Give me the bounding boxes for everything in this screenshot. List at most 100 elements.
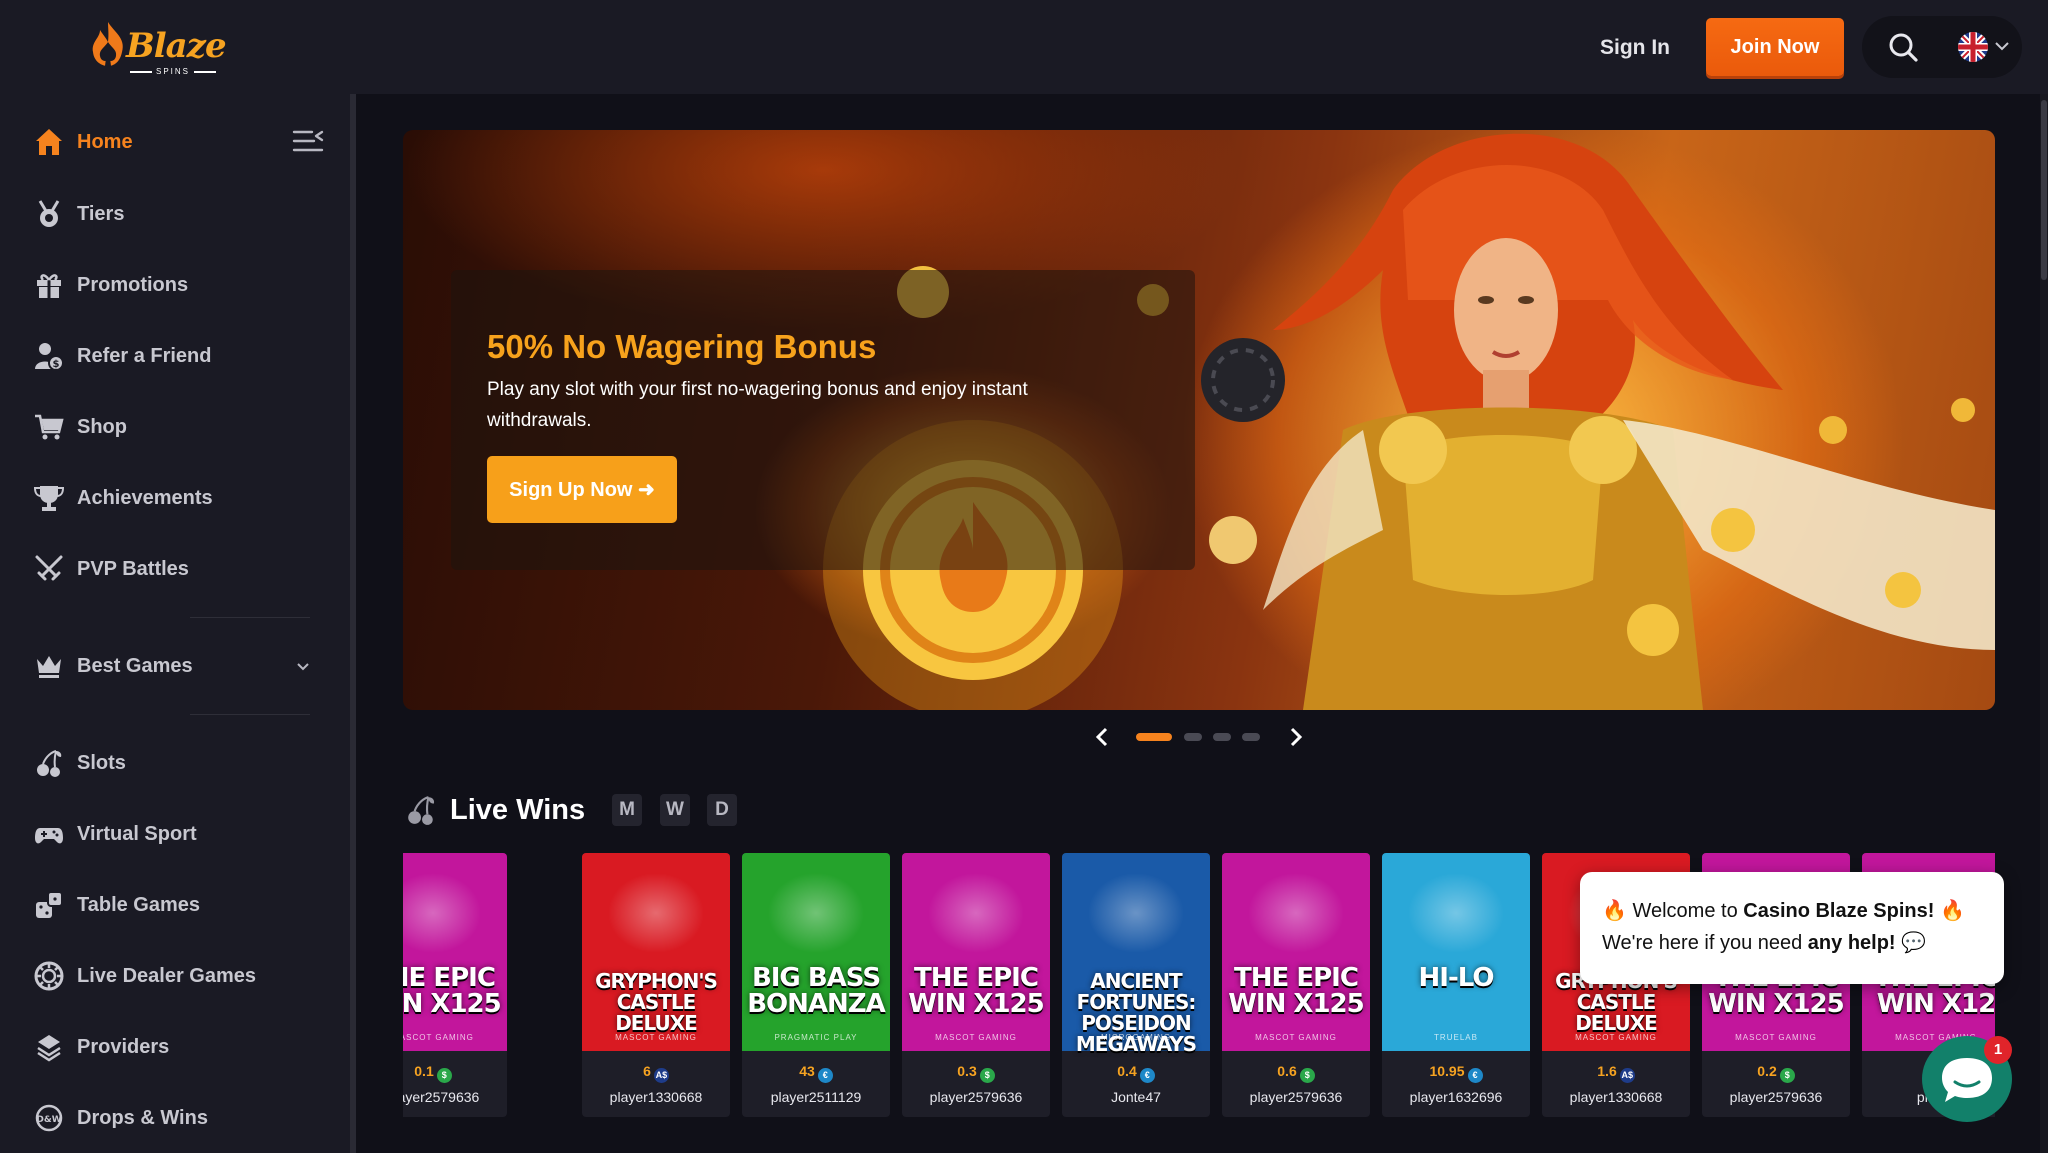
promo-description: Play any slot with your first no-wagerin… bbox=[487, 379, 1028, 431]
win-amount: 43 € bbox=[742, 1063, 890, 1083]
win-amount-value: 10.95 bbox=[1429, 1063, 1465, 1079]
win-amount-value: 6 bbox=[643, 1063, 651, 1079]
carousel-dot-2[interactable] bbox=[1184, 733, 1202, 741]
winner-username: player1632696 bbox=[1409, 1089, 1503, 1105]
live-win-card[interactable]: THE EPIC WIN X125 MASCOT GAMING 0.1$ player… bbox=[403, 853, 507, 1117]
win-amount: 0.4 € bbox=[1062, 1063, 1210, 1083]
sidebar-item-refer-a-friend[interactable]: $ Refer a Friend bbox=[34, 336, 324, 376]
winner-username: player1330668 bbox=[1569, 1089, 1663, 1105]
gamepad-icon bbox=[35, 828, 63, 844]
sidebar-item-providers[interactable]: Providers bbox=[34, 1027, 324, 1067]
currency-icon: $ bbox=[979, 1068, 995, 1083]
chip-icon bbox=[34, 961, 64, 991]
chevron-right-icon[interactable] bbox=[1288, 726, 1304, 748]
cherries-icon bbox=[37, 750, 62, 777]
game-title: THE EPIC WIN X125 bbox=[908, 963, 1044, 1019]
game-provider: MASCOT GAMING bbox=[1255, 1033, 1337, 1042]
live-win-card[interactable]: THE EPIC WIN X125 MASCOT GAMING 0.3 $ player… bbox=[902, 853, 1050, 1117]
uk-flag-icon[interactable] bbox=[1958, 32, 1988, 62]
winner-username: Jonte47 bbox=[1111, 1089, 1161, 1105]
blaze-spins-logo[interactable]: Blaze SPINS bbox=[86, 18, 227, 76]
logo-wordmark: Blaze bbox=[126, 26, 227, 66]
sign-up-now-button[interactable]: Sign Up Now ➜ bbox=[487, 456, 677, 523]
filter-month-button[interactable]: M bbox=[612, 794, 642, 826]
swords-icon bbox=[35, 555, 63, 581]
currency-icon: € bbox=[1139, 1068, 1155, 1083]
sidebar-item-best-games[interactable]: Best Games bbox=[34, 646, 324, 686]
game-thumbnail bbox=[1222, 853, 1370, 1051]
currency-icon: $ bbox=[1779, 1068, 1795, 1083]
game-provider: MASCOT GAMING bbox=[1575, 1033, 1657, 1042]
crown-icon bbox=[37, 656, 61, 678]
page-scrollbar-thumb[interactable] bbox=[2041, 100, 2047, 280]
sidebar-item-home[interactable]: Home bbox=[34, 122, 324, 162]
sidebar-item-table-games[interactable]: Table Games bbox=[34, 885, 324, 925]
winner-username: player2579636 bbox=[1249, 1089, 1343, 1105]
cherries-icon bbox=[408, 796, 435, 825]
sidebar-scrollbar[interactable] bbox=[350, 94, 356, 1153]
drops-wins-icon: D&W bbox=[35, 1104, 63, 1132]
live-win-card[interactable]: BIG BASS BONANZA PRAGMATIC PLAY 43 € player2… bbox=[742, 853, 890, 1117]
sidebar-item-tiers[interactable]: Tiers bbox=[34, 194, 324, 234]
refer-friend-icon: $ bbox=[35, 343, 64, 371]
game-thumbnail bbox=[403, 853, 507, 1051]
filter-week-button[interactable]: W bbox=[660, 794, 690, 826]
chat-welcome-bubble[interactable]: 🔥 Welcome to Casino Blaze Spins! 🔥 We're… bbox=[1580, 872, 2004, 984]
sidebar-item-pvp-battles[interactable]: PVP Battles bbox=[34, 549, 324, 589]
game-provider: TRUELAB bbox=[1434, 1033, 1478, 1042]
sidebar-item-label: Shop bbox=[77, 415, 127, 438]
carousel-dot-3[interactable] bbox=[1213, 733, 1231, 741]
join-now-button[interactable]: Join Now bbox=[1706, 18, 1844, 76]
currency-icon: A$ bbox=[653, 1068, 669, 1083]
sidebar-item-live-dealer-games[interactable]: Live Dealer Games bbox=[34, 956, 324, 996]
sidebar-item-label: Promotions bbox=[77, 273, 189, 296]
cart-icon bbox=[35, 414, 64, 440]
win-amount-value: 1.6 bbox=[1597, 1063, 1617, 1079]
sidebar-item-drops-wins[interactable]: D&W Drops & Wins bbox=[34, 1098, 324, 1138]
chat-unread-badge: 1 bbox=[1984, 1036, 2012, 1064]
game-title: HI-LO bbox=[1418, 963, 1495, 993]
live-win-card[interactable]: HI-LO TRUELAB 10.95 € player1632696 bbox=[1382, 853, 1530, 1117]
hero-banner[interactable]: 50% No Wagering Bonus Play any slot with… bbox=[403, 130, 1995, 710]
currency-icon: € bbox=[817, 1068, 833, 1083]
game-provider: MASCOT GAMING bbox=[615, 1033, 697, 1042]
carousel-dot-4[interactable] bbox=[1242, 733, 1260, 741]
live-win-card[interactable]: GRYPHON'S CASTLE DELUXE MASCOT GAMING 6 A$ p… bbox=[582, 853, 730, 1117]
gift-icon bbox=[37, 274, 61, 298]
game-title: THE EPIC WIN X125 bbox=[1228, 963, 1364, 1019]
filter-day-button[interactable]: D bbox=[707, 794, 737, 826]
sidebar-item-label: Slots bbox=[77, 751, 126, 774]
carousel-dot-1[interactable] bbox=[1136, 733, 1172, 741]
sidebar-item-virtual-sport[interactable]: Virtual Sport bbox=[34, 814, 324, 854]
sidebar-item-label: Refer a Friend bbox=[77, 344, 212, 367]
win-amount-value: 0.4 bbox=[1117, 1063, 1137, 1079]
live-win-card[interactable]: ANCIENT FORTUNES: POSEIDON MEGAWAYS MICRO… bbox=[1062, 853, 1210, 1117]
game-thumbnail bbox=[742, 853, 890, 1051]
chevron-left-icon[interactable] bbox=[1094, 726, 1110, 748]
game-title: GRYPHON'S CASTLE DELUXE bbox=[595, 969, 718, 1035]
win-amount: 6 A$ bbox=[582, 1063, 730, 1083]
live-wins-title: Live Wins bbox=[450, 794, 586, 826]
sidebar-item-label: Best Games bbox=[77, 654, 193, 677]
logo-subtext: SPINS bbox=[156, 67, 191, 76]
home-icon bbox=[36, 129, 62, 155]
game-provider: MICROGAMING bbox=[1100, 1033, 1172, 1042]
sidebar-item-slots[interactable]: Slots bbox=[34, 743, 324, 783]
page-scrollbar[interactable] bbox=[2040, 94, 2048, 1153]
sidebar-item-label: Providers bbox=[77, 1035, 170, 1058]
svg-text:D&W: D&W bbox=[36, 1115, 61, 1125]
chevron-down-icon[interactable] bbox=[296, 662, 310, 672]
sidebar-item-label: Achievements bbox=[77, 486, 213, 509]
winner-username: player2579636 bbox=[1729, 1089, 1823, 1105]
currency-icon: A$ bbox=[1619, 1068, 1635, 1083]
sidebar-item-label: Tiers bbox=[77, 202, 125, 225]
winner-username: player2511129 bbox=[770, 1089, 862, 1105]
sidebar-item-label: Drops & Wins bbox=[77, 1106, 208, 1129]
sidebar-item-achievements[interactable]: Achievements bbox=[34, 478, 324, 518]
live-win-card[interactable]: THE EPIC WIN X125 MASCOT GAMING 0.6 $ player… bbox=[1222, 853, 1370, 1117]
sidebar-item-shop[interactable]: Shop bbox=[34, 407, 324, 447]
chevron-down-icon[interactable] bbox=[1994, 40, 2010, 52]
search-icon[interactable] bbox=[1888, 32, 1918, 62]
sign-in-button[interactable]: Sign In bbox=[1600, 30, 1670, 66]
sidebar-item-promotions[interactable]: Promotions bbox=[34, 265, 324, 305]
